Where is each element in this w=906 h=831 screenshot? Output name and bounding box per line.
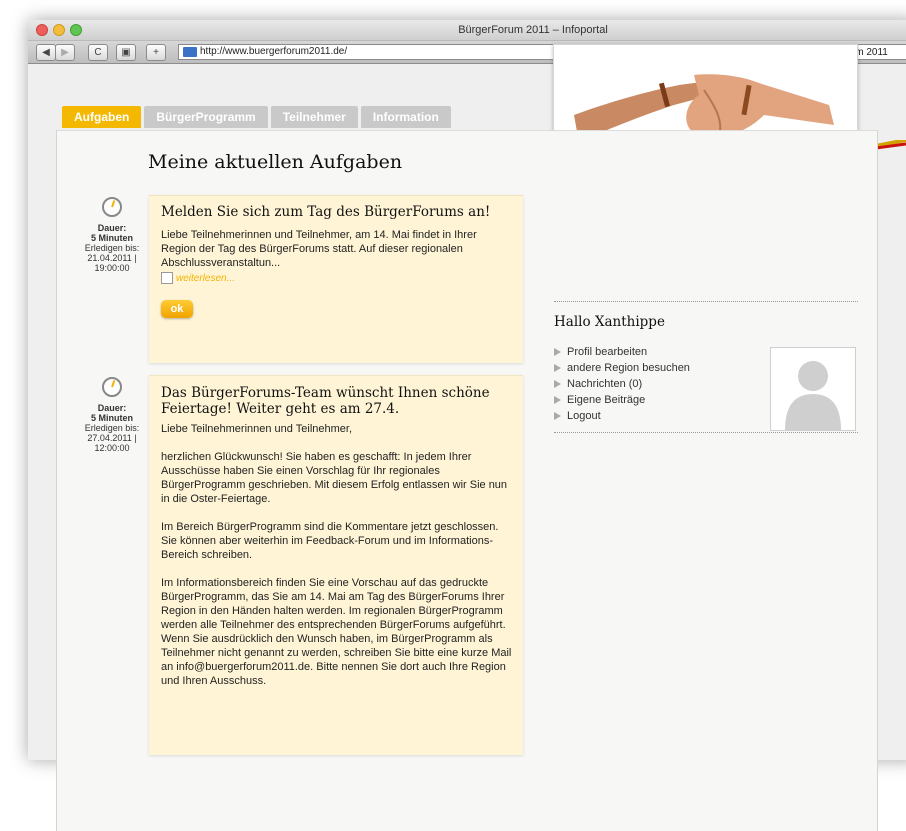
task-paragraph: Im Informationsbereich finden Sie eine V…	[161, 577, 512, 687]
document-icon	[161, 272, 173, 284]
task-card: Melden Sie sich zum Tag des BürgerForums…	[149, 195, 523, 363]
plus-icon: +	[153, 47, 159, 58]
task-heading: Melden Sie sich zum Tag des BürgerForums…	[161, 204, 491, 220]
duration-value: 5 Minuten	[91, 233, 133, 243]
reload-icon: C	[94, 47, 102, 58]
back-button[interactable]: ◀	[36, 44, 56, 61]
avatar[interactable]	[770, 347, 856, 431]
menu-item-label: andere Region besuchen	[567, 362, 690, 374]
menu-item-label: Profil bearbeiten	[567, 346, 648, 358]
task-card: Das BürgerForums-Team wünscht Ihnen schö…	[149, 375, 523, 755]
due-label: Erledigen bis:	[84, 243, 140, 253]
task-body: Liebe Teilnehmerinnen und Teilnehmer, am…	[161, 229, 477, 269]
triangle-bullet-icon	[554, 348, 561, 356]
content-panel: Meine aktuellen Aufgaben Dauer: 5 Minute…	[56, 130, 878, 831]
back-arrow-icon: ◀	[42, 47, 50, 58]
snapback-button[interactable]: ▣	[116, 44, 136, 61]
title-bar: BürgerForum 2011 – Infoportal	[28, 20, 906, 41]
duration-label: Dauer:	[97, 223, 127, 233]
tab-buergerprogramm[interactable]: BürgerProgramm	[144, 106, 268, 128]
triangle-bullet-icon	[554, 412, 561, 420]
menu-item-label: Logout	[567, 410, 601, 422]
user-greeting: Hallo Xanthippe	[554, 314, 665, 330]
task-paragraph: Im Bereich BürgerProgramm sind die Komme…	[161, 521, 499, 561]
task-heading: Das BürgerForums-Team wünscht Ihnen schö…	[161, 385, 490, 417]
clock-icon	[102, 197, 122, 217]
triangle-bullet-icon	[554, 396, 561, 404]
user-silhouette-icon	[785, 361, 841, 430]
snapback-icon: ▣	[121, 47, 131, 58]
triangle-bullet-icon	[554, 380, 561, 388]
main-tabs: Aufgaben BürgerProgramm Teilnehmer Infor…	[62, 106, 451, 128]
tab-information[interactable]: Information	[360, 106, 451, 128]
site-favicon-icon	[183, 47, 197, 57]
read-more-label: weiterlesen...	[176, 272, 235, 284]
ok-button[interactable]: ok	[161, 300, 193, 318]
user-box: Hallo Xanthippe Profil bearbeiten andere…	[554, 301, 858, 433]
read-more-link[interactable]: weiterlesen...	[161, 272, 513, 284]
triangle-bullet-icon	[554, 364, 561, 372]
tab-aufgaben[interactable]: Aufgaben	[62, 106, 142, 128]
reload-button[interactable]: C	[88, 44, 108, 61]
task-meta: Dauer: 5 Minuten Erledigen bis: 27.04.20…	[77, 377, 147, 453]
page-title: Meine aktuellen Aufgaben	[148, 151, 403, 173]
due-value: 21.04.2011 | 19:00:00	[87, 253, 137, 273]
menu-item-label: Nachrichten (0)	[567, 378, 643, 390]
task-paragraph: Liebe Teilnehmerinnen und Teilnehmer,	[161, 423, 353, 435]
tab-teilnehmer[interactable]: Teilnehmer	[270, 106, 358, 128]
duration-value: 5 Minuten	[91, 413, 133, 423]
forward-arrow-icon: ▶	[61, 47, 69, 58]
window-title: BürgerForum 2011 – Infoportal	[458, 24, 608, 36]
add-bookmark-button[interactable]: +	[146, 44, 166, 61]
address-text: http://www.buergerforum2011.de/	[200, 46, 348, 57]
forward-button[interactable]: ▶	[55, 44, 75, 61]
duration-label: Dauer:	[97, 403, 127, 413]
due-value: 27.04.2011 | 12:00:00	[87, 433, 137, 453]
clock-icon	[102, 377, 122, 397]
due-label: Erledigen bis:	[84, 423, 140, 433]
task-paragraph: herzlichen Glückwunsch! Sie haben es ges…	[161, 451, 508, 505]
task-meta: Dauer: 5 Minuten Erledigen bis: 21.04.20…	[77, 197, 147, 273]
menu-item-label: Eigene Beiträge	[567, 394, 646, 406]
